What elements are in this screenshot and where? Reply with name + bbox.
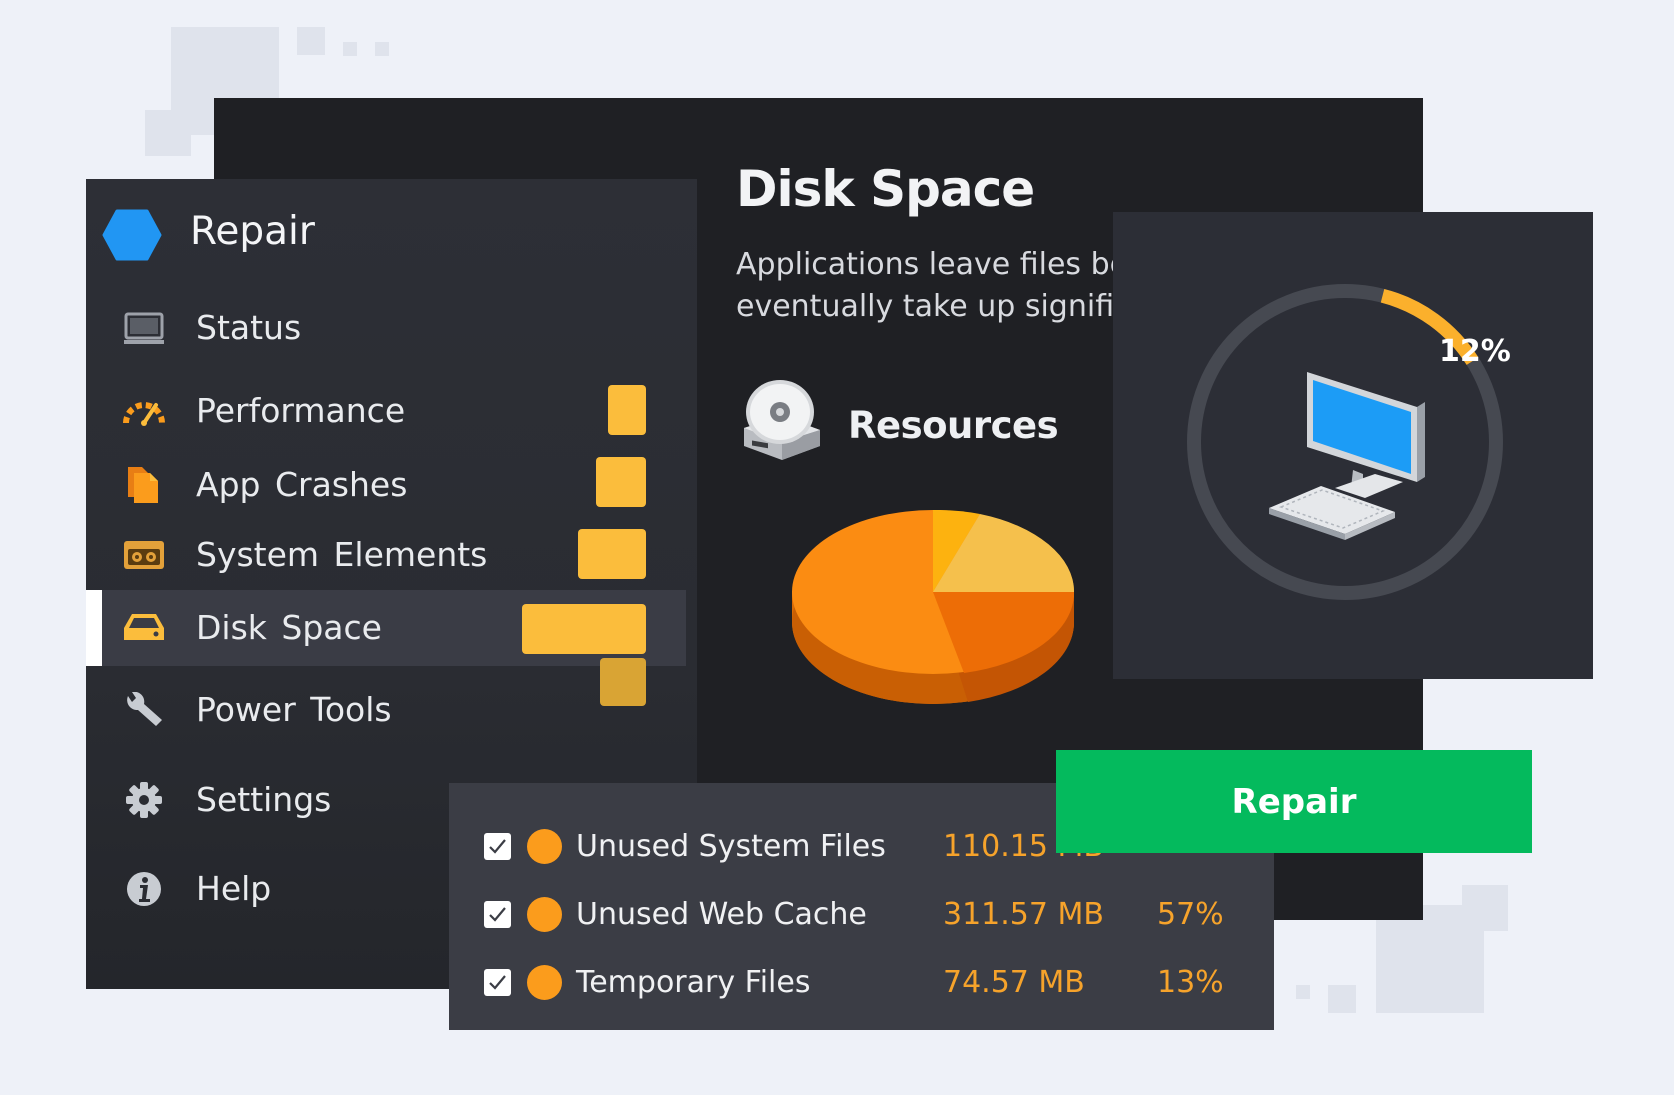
- sidebar-item-label: Help: [196, 869, 272, 908]
- sidebar-item-label: Power Tools: [196, 690, 392, 729]
- decor-square: [1328, 985, 1356, 1013]
- page-title: Disk Space: [736, 160, 1035, 218]
- pie-chart-graphic: [792, 510, 1075, 704]
- sidebar-item-label: Disk Space: [196, 608, 382, 647]
- speedometer-icon: [123, 402, 165, 426]
- stage: Disk Space Applications leave files behi…: [0, 0, 1674, 1095]
- file-checkbox[interactable]: [484, 969, 511, 996]
- decor-square: [145, 110, 191, 156]
- file-percent: 57%: [1157, 897, 1224, 932]
- desktop-computer-icon: [1269, 372, 1425, 540]
- decor-square: [297, 27, 325, 55]
- sidebar-item-label: Status: [196, 308, 302, 347]
- sidebar-item-power-tools[interactable]: Power Tools: [86, 658, 686, 746]
- hard-drive-icon: [124, 614, 164, 640]
- decor-square: [375, 42, 389, 56]
- info-icon: [127, 872, 161, 906]
- file-name: Unused Web Cache: [576, 897, 867, 932]
- status-dot: [527, 965, 562, 1000]
- sidebar-item-label: Performance: [196, 391, 406, 430]
- monitor-icon: [124, 312, 164, 344]
- document-icon: [128, 467, 158, 503]
- file-name: Unused System Files: [576, 829, 886, 864]
- checkmark-icon: [489, 907, 506, 922]
- hexagon-icon: [102, 209, 162, 261]
- status-dot: [527, 897, 562, 932]
- file-checkbox[interactable]: [484, 901, 511, 928]
- cassette-icon: [124, 541, 164, 569]
- file-size: 311.57 MB: [943, 897, 1104, 932]
- file-percent: 13%: [1157, 965, 1224, 1000]
- system-elements-level-bar: [578, 529, 646, 579]
- sidebar-item-label: System Elements: [196, 535, 488, 574]
- sidebar-item-disk-space[interactable]: Disk Space: [86, 590, 686, 666]
- file-name: Temporary Files: [576, 965, 811, 1000]
- decor-square: [1462, 885, 1508, 931]
- decor-square: [343, 42, 357, 56]
- file-checkbox[interactable]: [484, 833, 511, 860]
- checkmark-icon: [489, 839, 506, 854]
- description-line-1: Applications leave files behind that: [736, 247, 1116, 282]
- decor-square: [1296, 985, 1310, 999]
- power-tools-level-bar: [600, 658, 646, 706]
- page-description: Applications leave files behind that eve…: [736, 244, 1116, 334]
- progress-percent-label: 12%: [1439, 334, 1511, 369]
- resources-label: Resources: [848, 404, 1059, 447]
- performance-level-bar: [608, 385, 646, 435]
- sidebar-item-system-elements[interactable]: System Elements: [86, 519, 686, 591]
- sidebar-item-app-crashes[interactable]: App Crashes: [86, 449, 686, 521]
- repair-button[interactable]: Repair: [1056, 750, 1532, 853]
- wrench-icon: [127, 692, 162, 726]
- checkmark-icon: [489, 975, 506, 990]
- description-line-2: eventually take up significant space: [736, 289, 1116, 324]
- sidebar-item-label: App Crashes: [196, 465, 408, 504]
- gear-icon: [126, 782, 162, 818]
- brand-label: Repair: [190, 209, 315, 254]
- file-row: Temporary Files 74.57 MB 13%: [449, 951, 1274, 1019]
- file-row: Unused Web Cache 311.57 MB 57%: [449, 883, 1274, 951]
- sidebar-item-status[interactable]: Status: [86, 292, 686, 364]
- app-crashes-level-bar: [596, 457, 646, 507]
- sidebar-item-performance[interactable]: Performance: [86, 375, 686, 447]
- progress-ring: [1187, 284, 1503, 600]
- sidebar-item-label: Settings: [196, 780, 332, 819]
- status-dot: [527, 829, 562, 864]
- file-size: 74.57 MB: [943, 965, 1085, 1000]
- disk-space-level-bar: [522, 604, 646, 654]
- progress-card: 12%: [1113, 212, 1593, 679]
- disk-drive-icon: [744, 380, 820, 460]
